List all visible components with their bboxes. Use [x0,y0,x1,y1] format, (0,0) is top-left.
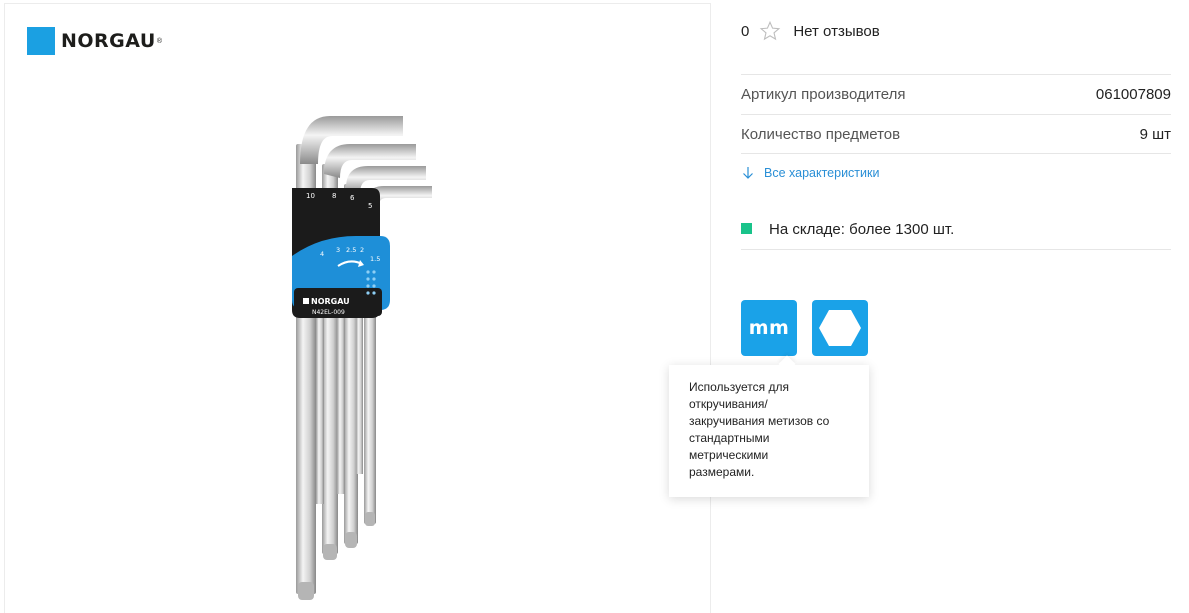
brand-logo: NORGAU ® [27,27,162,55]
holder-size-label: 2 [360,246,364,254]
brand-logo-square [27,27,55,55]
mm-icon: mm [748,317,790,339]
hex-badge[interactable] [812,300,868,356]
reviews-label[interactable]: Нет отзывов [793,23,879,40]
star-outline-icon[interactable] [759,20,781,42]
spec-value: 061007809 [1095,86,1171,103]
arrow-down-icon [743,167,753,179]
spec-label: Артикул производителя [741,86,906,103]
badge-tooltip: Используется для откручивания/ закручива… [669,365,869,497]
holder-size-label: 8 [332,192,336,200]
brand-name: NORGAU [61,30,156,52]
all-specs-link[interactable]: Все характеристики [741,163,879,183]
metric-badge[interactable]: mm [741,300,797,356]
holder-size-label: 4 [320,250,324,258]
holder-size-label: 5 [368,202,372,210]
hexagon-icon [819,310,861,346]
holder-size-label: 2.5 [346,246,356,254]
product-image-panel: NORGAU ® 10 8 6 5 4 3 2.5 2 1.5 NORGAU N… [4,3,711,613]
review-count: 0 [741,22,750,40]
holder-size-label: 10 [306,192,315,200]
all-specs-label[interactable]: Все характеристики [764,166,879,180]
stock-indicator [741,223,752,234]
stock-text: На складе: более 1300 шт. [769,221,955,238]
stock-status: На складе: более 1300 шт. [741,210,1171,250]
brand-registered-mark: ® [156,37,162,45]
holder-size-label: 1.5 [370,255,380,263]
holder-brand-label: NORGAU [311,297,350,306]
spec-row-article: Артикул производителя 061007809 [741,74,1171,114]
holder-model-label: N42EL-009 [312,309,345,316]
holder-size-label: 6 [350,194,355,202]
spec-label: Количество предметов [741,125,901,143]
hex-key-set-icon[interactable]: 10 8 6 5 4 3 2.5 2 1.5 NORGAU N42EL-009 [260,104,460,613]
holder-size-label: 3 [336,246,340,254]
spec-row-quantity: Количество предметов 9 шт [741,114,1171,154]
tooltip-text: Используется для откручивания/ закручива… [689,380,830,479]
reviews-summary[interactable]: 0 Нет отзывов [741,19,880,43]
spec-value: 9 шт [1139,125,1171,143]
